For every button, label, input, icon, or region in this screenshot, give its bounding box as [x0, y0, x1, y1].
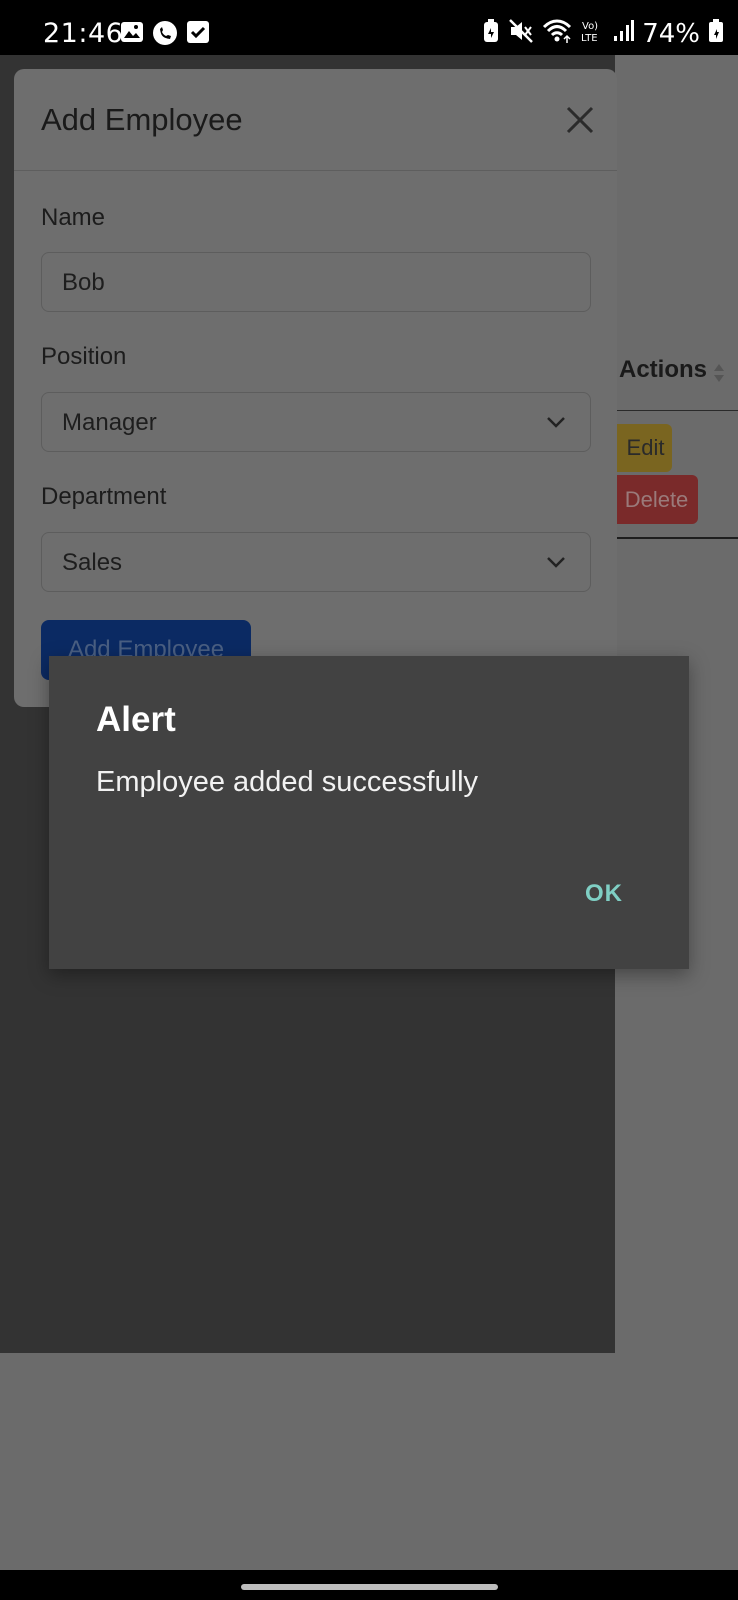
- ok-button[interactable]: OK: [585, 880, 623, 908]
- close-icon[interactable]: [565, 105, 595, 140]
- image-icon: [120, 20, 144, 51]
- name-label: Name: [41, 204, 106, 231]
- name-field[interactable]: Bob: [41, 252, 591, 312]
- chevron-down-icon: [546, 555, 566, 574]
- modal-header: Add Employee: [14, 69, 617, 171]
- status-bar: 21:46 Vo) LTE 74%: [0, 0, 738, 55]
- edit-button[interactable]: Edit: [615, 424, 672, 472]
- system-icons: Vo) LTE 74%: [482, 18, 724, 49]
- wifi-icon: [542, 18, 572, 49]
- home-gesture-handle[interactable]: [241, 1584, 498, 1590]
- signal-icon: [612, 18, 635, 49]
- alert-message: Employee added successfully: [96, 766, 479, 798]
- department-value: Sales: [62, 549, 123, 576]
- position-select[interactable]: Manager: [41, 392, 591, 452]
- position-label: Position: [41, 343, 127, 370]
- table-row-divider: [615, 537, 738, 539]
- add-employee-modal: Add Employee Name Bob Position Manager D…: [14, 69, 617, 707]
- volte-icon: Vo) LTE: [580, 18, 604, 49]
- position-value: Manager: [62, 409, 157, 436]
- table-header-divider: [615, 410, 738, 411]
- department-label: Department: [41, 483, 167, 510]
- svg-text:LTE: LTE: [581, 33, 598, 44]
- sort-icon: [712, 360, 726, 391]
- chat-icon: [152, 20, 178, 51]
- name-value: Bob: [62, 269, 105, 296]
- alert-title: Alert: [96, 700, 176, 739]
- check-box-icon: [186, 20, 210, 51]
- department-select[interactable]: Sales: [41, 532, 591, 592]
- mute-icon: [508, 18, 534, 49]
- svg-text:Vo): Vo): [582, 21, 598, 32]
- notification-icons: [120, 20, 210, 51]
- battery-icon: [708, 18, 724, 49]
- battery-saver-icon: [482, 18, 500, 49]
- chevron-down-icon: [546, 415, 566, 434]
- modal-title: Add Employee: [41, 102, 243, 137]
- status-time: 21:46: [43, 18, 124, 49]
- delete-button[interactable]: Delete: [615, 475, 698, 524]
- actions-column-header: Actions: [619, 356, 708, 383]
- battery-percent: 74%: [642, 18, 700, 49]
- alert-dialog: Alert Employee added successfully OK: [49, 656, 689, 969]
